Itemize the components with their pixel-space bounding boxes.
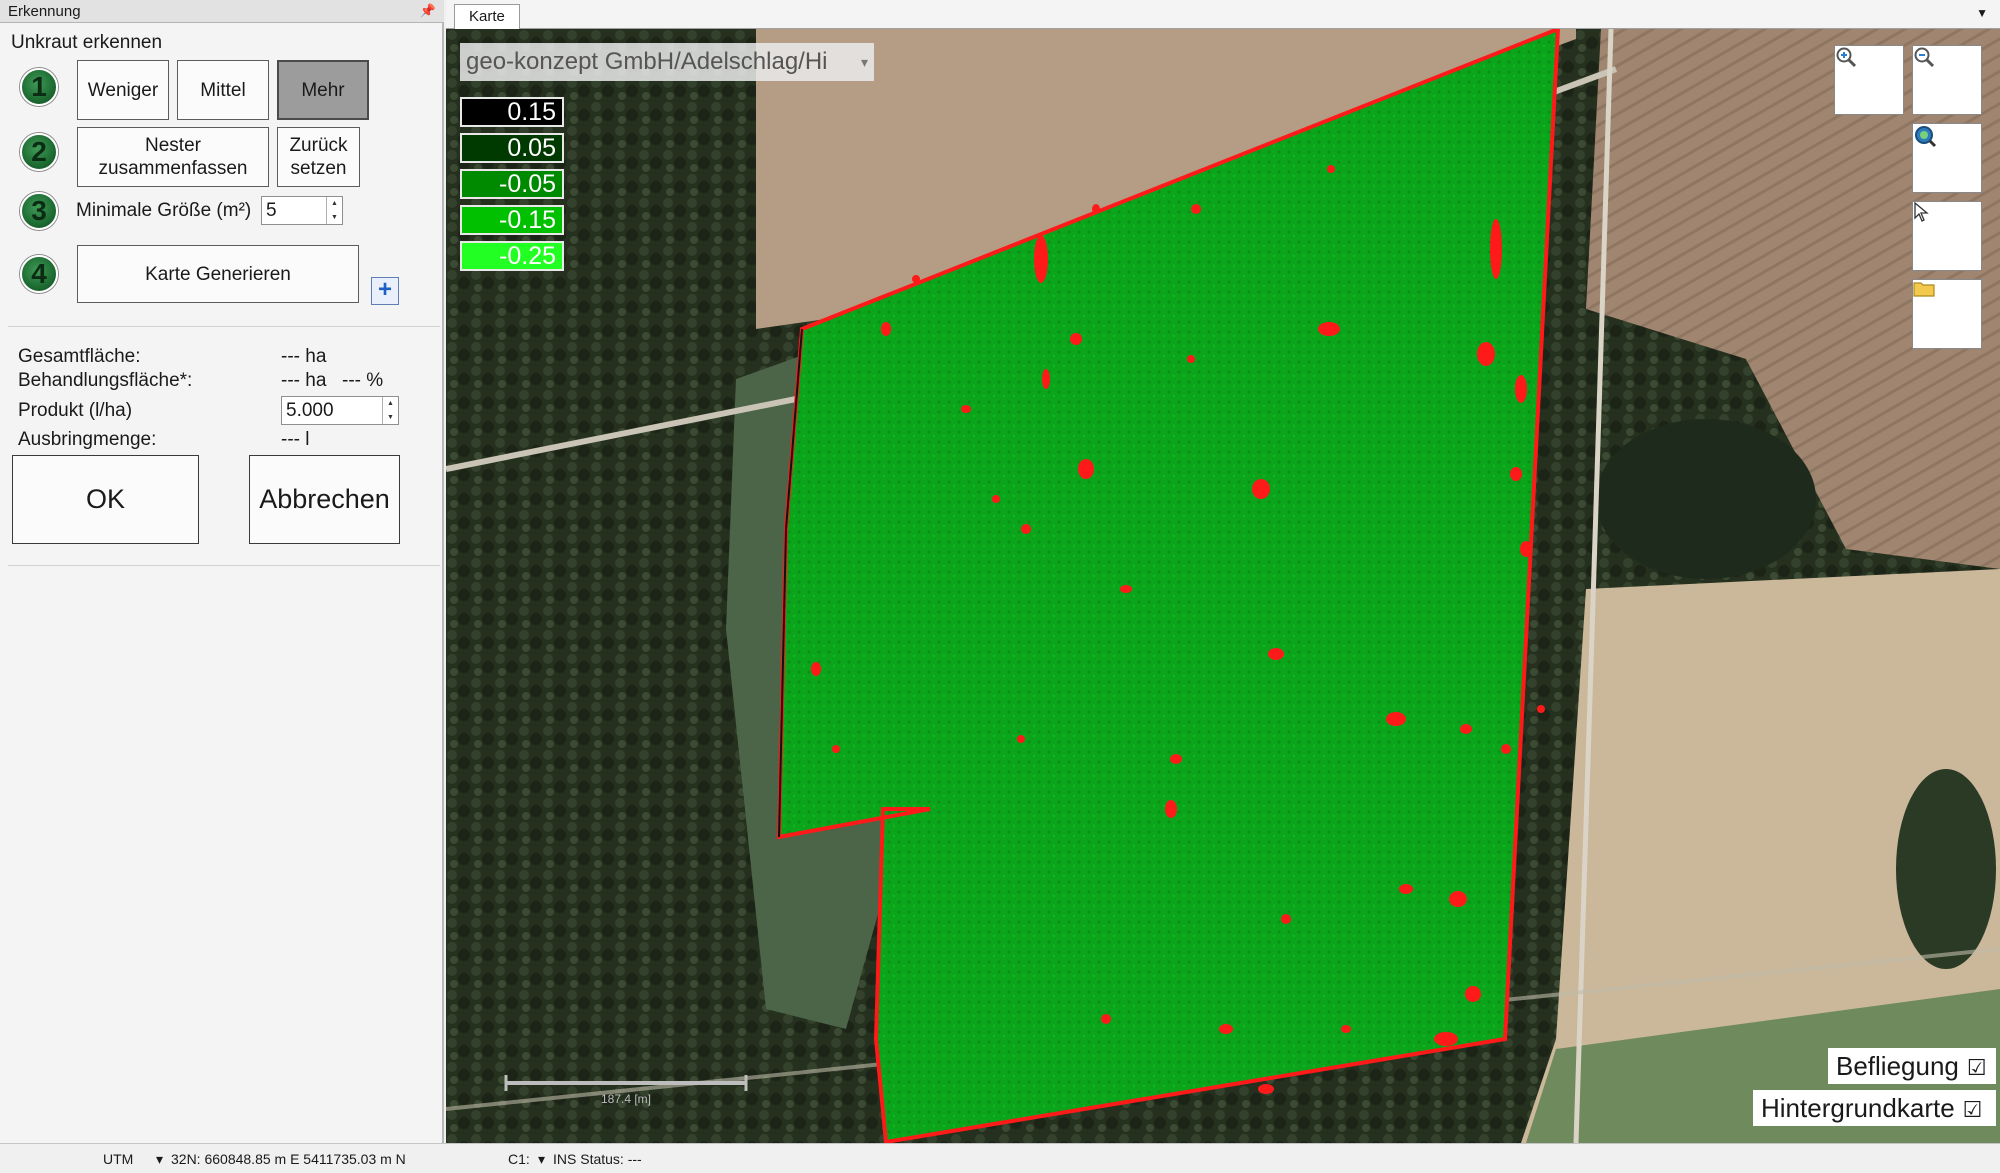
panel-header: Erkennung 📌 [0, 0, 444, 23]
legend-item: -0.05 [460, 169, 564, 199]
map-canvas[interactable]: 187.4 [m] [446, 29, 2000, 1143]
checkbox-checked-icon[interactable]: ☑ [1963, 1092, 1983, 1128]
step-3-icon: 3 [20, 192, 58, 230]
tab-map[interactable]: Karte [454, 4, 520, 29]
min-size-value: 5 [266, 200, 277, 221]
panel-title: Erkennung [8, 3, 81, 20]
treat-area-percent: --- % [342, 370, 384, 391]
map-source-select[interactable]: geo-konzept GmbH/Adelschlag/Hi ▾ [460, 43, 874, 81]
legend-value: 0.05 [507, 134, 556, 162]
detection-panel: Erkennung 📌 Unkraut erkennen 1 Weniger M… [0, 0, 444, 1143]
zoom-in-icon[interactable] [1834, 45, 1904, 115]
legend-item: -0.25 [460, 241, 564, 271]
map-view[interactable]: 187.4 [m] geo-konzept GmbH/Adelschlag/Hi… [446, 29, 2000, 1143]
min-size-label: Minimale Größe (m²) [76, 200, 252, 221]
divider [8, 565, 440, 566]
channel-label: C1: [508, 1151, 530, 1167]
coordinates: 32N: 660848.85 m E 5411735.03 m N [171, 1151, 406, 1167]
product-input[interactable]: 5.000 ▲ ▼ [281, 396, 399, 425]
crs-label: UTM [103, 1151, 134, 1167]
legend-item: 0.05 [460, 133, 564, 163]
ok-button[interactable]: OK [12, 455, 199, 544]
total-area-value: --- ha [281, 346, 327, 367]
folder-icon[interactable] [1912, 279, 1982, 349]
map-source-value: geo-konzept GmbH/Adelschlag/Hi [466, 48, 828, 75]
step-1-icon: 1 [20, 68, 58, 106]
product-value: 5.000 [286, 400, 334, 421]
min-size-input[interactable]: 5 ▲ ▼ [261, 196, 343, 225]
legend-value: -0.25 [499, 242, 556, 270]
step-4-icon: 4 [20, 255, 58, 293]
add-icon[interactable]: + [371, 277, 399, 305]
chevron-down-icon[interactable]: ▼ [1976, 6, 1988, 20]
merge-clusters-button[interactable]: Nester zusammenfassen [77, 127, 269, 187]
generate-map-button[interactable]: Karte Generieren [77, 245, 359, 303]
zoom-extent-icon[interactable] [1912, 123, 1982, 193]
legend-value: -0.05 [499, 170, 556, 198]
status-bar: UTM ▾ 32N: 660848.85 m E 5411735.03 m N … [0, 1143, 2000, 1173]
pin-icon[interactable]: 📌 [420, 2, 436, 20]
step-2-icon: 2 [20, 133, 58, 171]
legend-item: -0.15 [460, 205, 564, 235]
product-stepper[interactable]: ▲ ▼ [382, 397, 398, 424]
legend-value: 0.15 [507, 98, 556, 126]
sensitivity-less-button[interactable]: Weniger [77, 60, 169, 120]
divider [8, 326, 440, 327]
checkbox-checked-icon[interactable]: ☑ [1967, 1050, 1987, 1086]
total-area-label: Gesamtfläche: [18, 346, 141, 367]
layer-toggle-basemap[interactable]: Hintergrundkarte ☑ [1753, 1090, 1996, 1126]
tree-cluster [1596, 419, 1816, 579]
ins-status: INS Status: --- [553, 1151, 642, 1167]
select-cursor-icon[interactable] [1912, 201, 1982, 271]
crs-dropdown-icon[interactable]: ▾ [156, 1144, 163, 1173]
down-arrow-icon[interactable]: ▼ [383, 411, 398, 425]
layer-toggle-flight[interactable]: Befliegung ☑ [1828, 1048, 1996, 1084]
layer-label: Hintergrundkarte [1761, 1093, 1955, 1123]
amount-value: --- l [281, 429, 310, 450]
scale-label: 187.4 [m] [601, 1092, 651, 1106]
up-arrow-icon[interactable]: ▲ [327, 197, 342, 211]
treat-area-label: Behandlungsfläche*: [18, 370, 193, 391]
sensitivity-more-button[interactable]: Mehr [277, 60, 369, 120]
cancel-button[interactable]: Abbrechen [249, 455, 400, 544]
treat-area-value: --- ha [281, 370, 327, 391]
layer-label: Befliegung [1836, 1051, 1959, 1081]
sensitivity-medium-button[interactable]: Mittel [177, 60, 269, 120]
zoom-out-icon[interactable] [1912, 45, 1982, 115]
tab-strip: Karte ▼ [446, 0, 2000, 29]
legend-value: -0.15 [499, 206, 556, 234]
reset-button[interactable]: Zurück setzen [277, 127, 360, 187]
tree-cluster [1896, 769, 1996, 969]
down-arrow-icon[interactable]: ▼ [327, 211, 342, 225]
legend-item: 0.15 [460, 97, 564, 127]
product-label: Produkt (l/ha) [18, 400, 133, 421]
channel-dropdown-icon[interactable]: ▾ [538, 1144, 545, 1173]
section-title: Unkraut erkennen [11, 32, 163, 53]
up-arrow-icon[interactable]: ▲ [383, 397, 398, 411]
chevron-down-icon: ▾ [860, 54, 868, 70]
min-size-stepper[interactable]: ▲ ▼ [326, 197, 342, 224]
amount-label: Ausbringmenge: [18, 429, 157, 450]
